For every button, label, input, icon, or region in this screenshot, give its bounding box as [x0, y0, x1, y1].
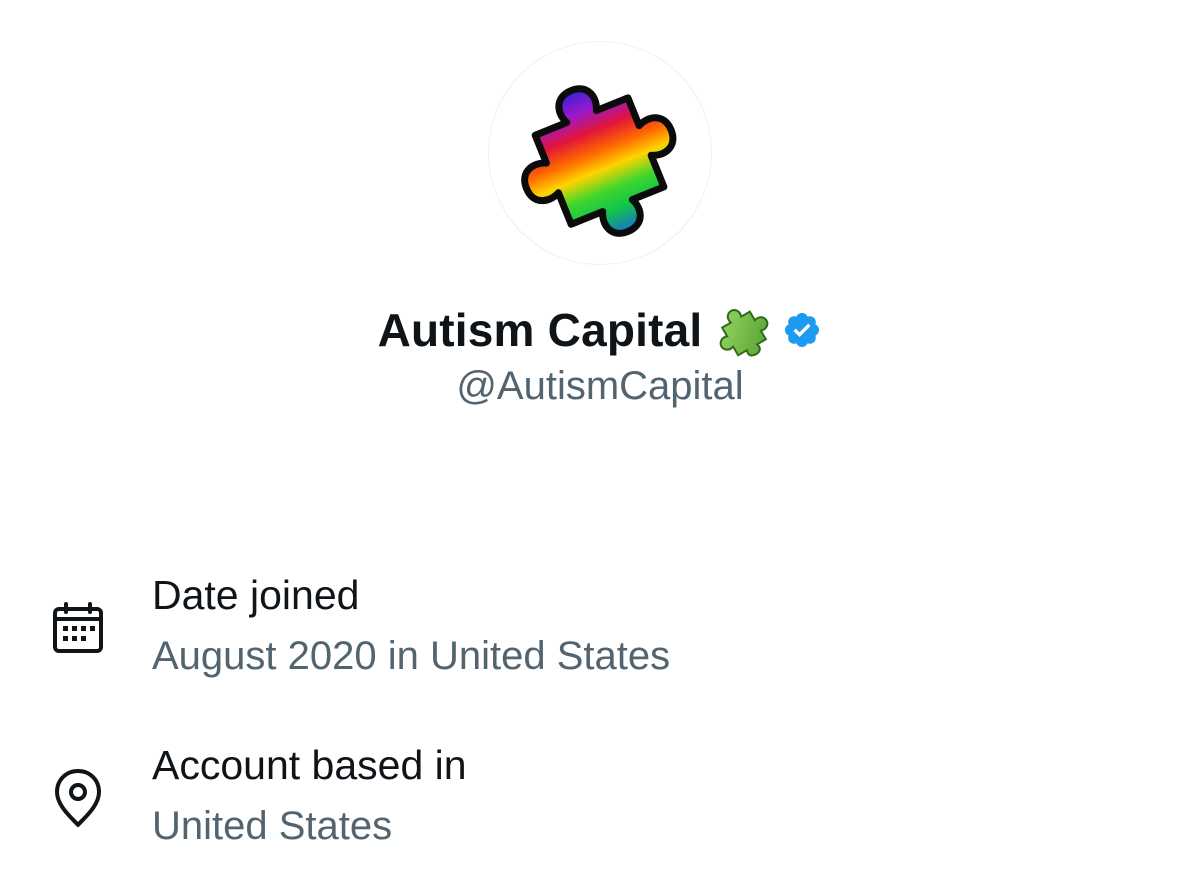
location-pin-icon — [50, 766, 106, 827]
profile-avatar[interactable] — [488, 41, 712, 265]
profile-handle: @AutismCapital — [456, 364, 744, 408]
verified-badge-icon[interactable] — [782, 310, 822, 350]
display-name: Autism Capital — [377, 304, 703, 356]
calendar-icon — [50, 600, 106, 656]
account-based-in-row: Account based in United States — [0, 742, 1200, 852]
puzzle-piece-emoji-icon — [712, 300, 772, 360]
rainbow-puzzle-piece-avatar — [521, 85, 677, 237]
date-joined-row: Date joined August 2020 in United States — [0, 572, 1200, 682]
profile-name-row: Autism Capital — [0, 298, 1200, 362]
account-based-in-value: United States — [152, 804, 393, 848]
date-joined-label: Date joined — [152, 572, 360, 618]
date-joined-value: August 2020 in United States — [152, 634, 671, 678]
account-based-in-label: Account based in — [152, 742, 467, 788]
